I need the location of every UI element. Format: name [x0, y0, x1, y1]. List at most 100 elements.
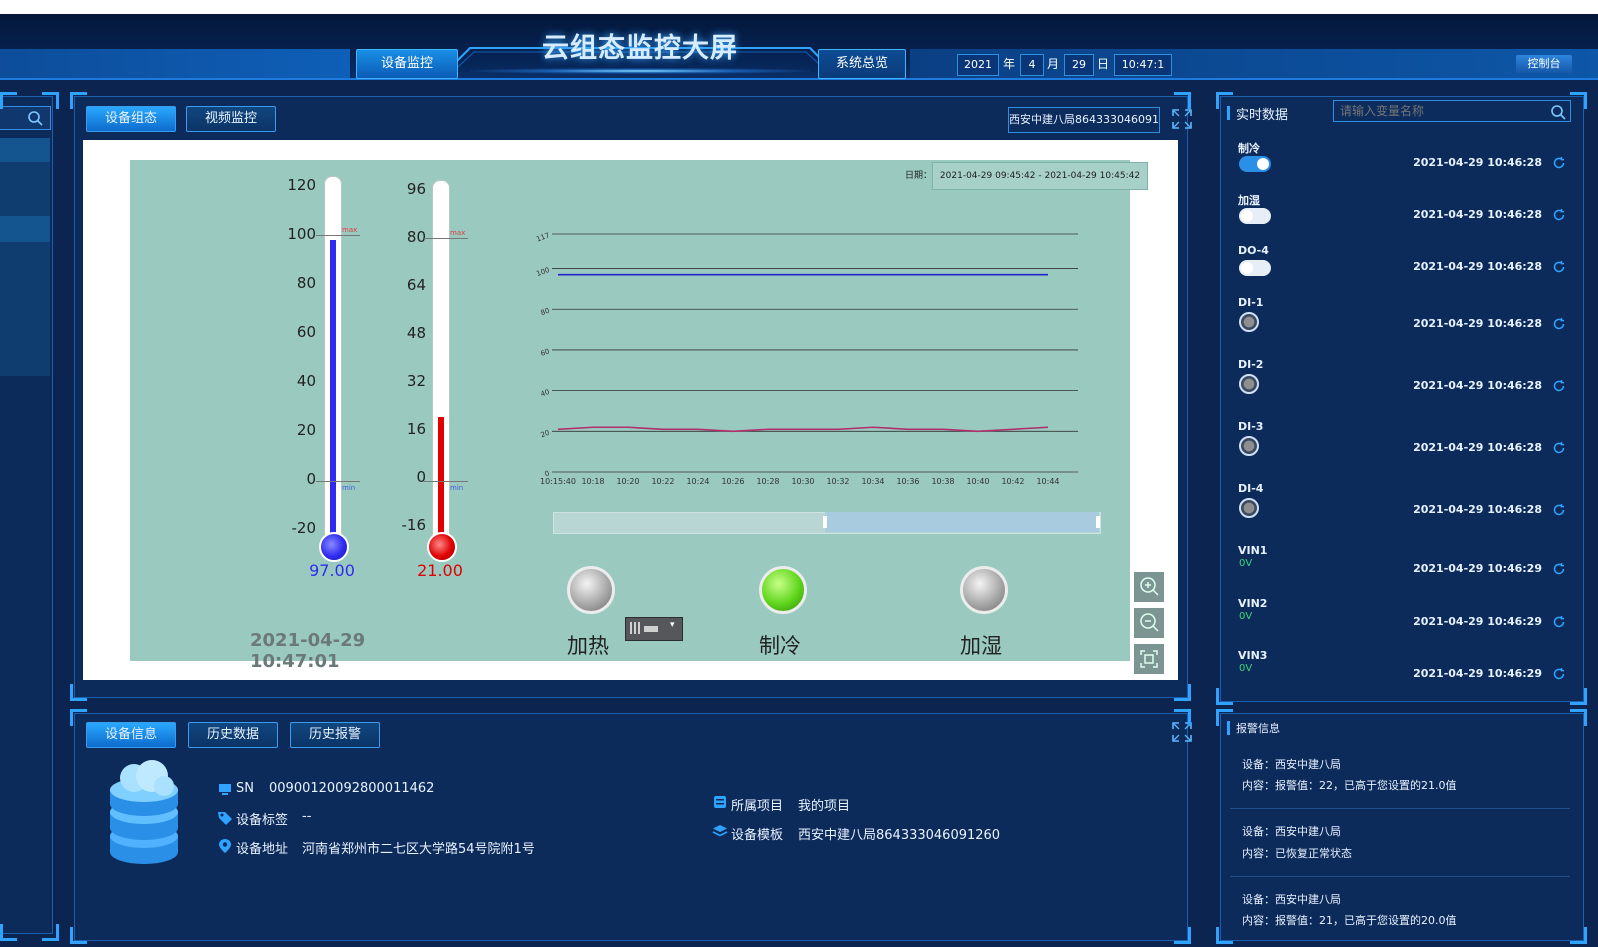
tab-device-config[interactable]: 设备组态 — [86, 106, 176, 132]
search-icon[interactable] — [27, 110, 43, 126]
alarm-device: 设备：西安中建八局 — [1242, 758, 1341, 771]
realtime-item-toggle[interactable] — [1239, 156, 1271, 172]
tab-device-info[interactable]: 设备信息 — [86, 722, 176, 748]
realtime-item-name: VIN1 — [1238, 544, 1268, 557]
zoom-out-icon — [1140, 613, 1159, 632]
date-day: 29 — [1064, 54, 1094, 76]
realtime-item-indicator — [1239, 436, 1259, 456]
realtime-item-name: DI-1 — [1238, 296, 1264, 309]
thermometer-2-tick: 64 — [406, 276, 426, 294]
location-icon — [219, 839, 231, 853]
tab-video-monitor[interactable]: 视频监控 — [186, 106, 276, 132]
panel-corner — [1216, 688, 1233, 705]
thermometer-1-level — [330, 240, 336, 540]
refresh-icon[interactable] — [1552, 208, 1566, 222]
panel-corner — [1570, 688, 1587, 705]
refresh-icon[interactable] — [1552, 317, 1566, 331]
alarm-content: 内容：报警值：22，已高于您设置的21.0值 — [1242, 779, 1457, 792]
tag-icon — [218, 812, 232, 825]
chart-x-tick: 10:24 — [686, 477, 709, 486]
chart-y-tick: 100 — [535, 266, 550, 278]
variable-search-input[interactable] — [1333, 100, 1571, 122]
chart-x-tick: 10:28 — [756, 477, 779, 486]
console-button[interactable]: 控制台 — [1516, 55, 1572, 73]
refresh-icon[interactable] — [1552, 260, 1566, 274]
tab-history-data[interactable]: 历史数据 — [188, 722, 278, 748]
toggle-knob — [1241, 262, 1253, 274]
tab-history-alarm[interactable]: 历史报警 — [290, 722, 380, 748]
realtime-item-name: DI-3 — [1238, 420, 1264, 433]
left-list-item[interactable] — [0, 162, 50, 216]
thermometer-1-tick: -20 — [291, 519, 317, 537]
lamp-cool-label: 制冷 — [759, 634, 801, 658]
left-list-item[interactable] — [0, 242, 50, 376]
refresh-icon[interactable] — [1552, 379, 1566, 393]
thermometer-2-tick: 48 — [406, 324, 426, 342]
thermometer-1-bulb — [319, 532, 349, 562]
refresh-icon[interactable] — [1552, 615, 1566, 629]
keyboard-icon[interactable]: ▾ — [625, 617, 683, 641]
chart-range-picker[interactable]: 2021-04-29 09:45:42 - 2021-04-29 10:45:4… — [932, 162, 1148, 190]
refresh-icon[interactable] — [1552, 503, 1566, 517]
date-day-label: 日 — [1096, 57, 1109, 71]
tag-value: -- — [302, 809, 312, 824]
refresh-icon[interactable] — [1552, 667, 1566, 681]
chart-y-tick: 117 — [535, 231, 550, 243]
left-search-input[interactable] — [0, 106, 51, 130]
trend-chart: 11710080604020010:15:40 10:18 10:20 10:22 10… — [535, 231, 1078, 486]
browser-bookmarks-bar — [0, 0, 1598, 14]
realtime-item-toggle[interactable] — [1239, 208, 1271, 224]
thermometer-2-tick: 96 — [406, 180, 426, 198]
lamp-heat — [567, 566, 615, 614]
cloud-database-icon — [110, 760, 178, 864]
chart-x-tick: 10:18 — [581, 477, 604, 486]
zoom-in-icon — [1140, 577, 1159, 596]
thermometer-1-max-label: max — [342, 226, 358, 234]
refresh-icon[interactable] — [1552, 441, 1566, 455]
realtime-item-toggle[interactable] — [1239, 260, 1271, 276]
realtime-item-time: 2021-04-29 10:46:29 — [1413, 562, 1542, 575]
chart-zoom-handle-left[interactable] — [823, 516, 827, 528]
thermometer-1-min-label: min — [342, 484, 356, 492]
thermometer-1-tick: 80 — [296, 274, 316, 292]
realtime-item-name: DI-4 — [1238, 482, 1264, 495]
thermometer-1-value: 97.00 — [309, 561, 355, 580]
chart-y-tick: 20 — [540, 429, 551, 440]
refresh-icon[interactable] — [1552, 562, 1566, 576]
refresh-icon[interactable] — [1552, 156, 1566, 170]
date-year-label: 年 — [1002, 57, 1015, 71]
panel-corner — [1570, 927, 1587, 944]
thermometer-2-level — [438, 416, 444, 540]
screen-clock: 2021-04-29 10:47:01 — [250, 630, 366, 672]
left-list-item[interactable] — [0, 138, 50, 162]
fit-screen-button[interactable] — [1134, 644, 1164, 674]
nav-device-monitor[interactable]: 设备监控 — [356, 49, 458, 79]
sn-label: SN — [236, 781, 254, 796]
thermometer-2-max-line — [424, 238, 468, 239]
realtime-item-indicator — [1239, 312, 1259, 332]
thermometer-1-tick: 40 — [296, 372, 316, 390]
chart-zoom-handle-right[interactable] — [1096, 516, 1100, 528]
realtime-item-value: 0V — [1239, 611, 1253, 622]
device-select[interactable]: 西安中建八局864333046091 — [1008, 107, 1160, 133]
left-list-item[interactable] — [0, 216, 50, 242]
nav-system-overview[interactable]: 系统总览 — [818, 49, 906, 79]
chart-x-tick: 10:42 — [1001, 477, 1024, 486]
alarm-content: 内容：报警值：21，已高于您设置的20.0值 — [1242, 914, 1457, 927]
zoom-in-button[interactable] — [1134, 572, 1164, 602]
panel-corner — [1570, 92, 1587, 109]
thermometer-2-tick: -16 — [401, 516, 427, 534]
realtime-item-value: 0V — [1239, 663, 1253, 674]
panel-corner — [1216, 92, 1233, 109]
chart-zoom-window[interactable] — [825, 512, 1099, 532]
zoom-out-button[interactable] — [1134, 608, 1164, 638]
chart-x-tick: 10:40 — [966, 477, 989, 486]
thermometer-2-tick: 32 — [406, 372, 426, 390]
panel-corner — [0, 924, 17, 941]
search-icon[interactable] — [1550, 104, 1566, 120]
fullscreen-icon[interactable] — [1172, 109, 1192, 129]
thermometer-2-value: 21.00 — [417, 561, 463, 580]
thermometer-1-tick: 60 — [296, 323, 316, 341]
toggle-knob — [1241, 210, 1253, 222]
panel-corner — [1174, 927, 1191, 944]
